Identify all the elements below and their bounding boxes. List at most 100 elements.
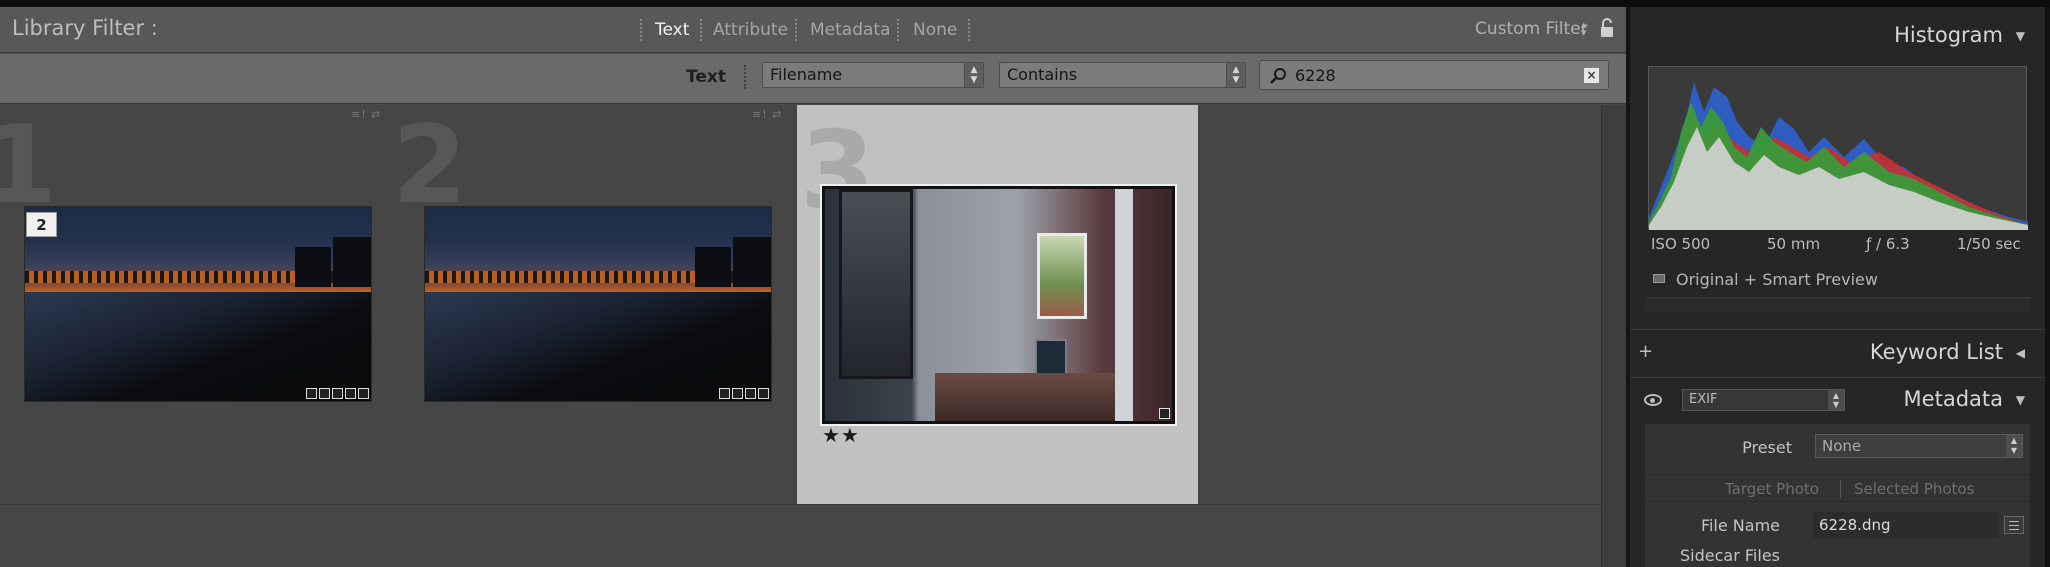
library-filter-title: Library Filter : [12, 16, 158, 40]
filter-tab-separator [700, 19, 702, 41]
rule-select-arrows-icon: ▲ ▼ [1226, 63, 1245, 87]
preset-value: None [1822, 437, 1862, 455]
metadata-view-value: EXIF [1689, 392, 1718, 407]
photo-scene [825, 189, 1172, 421]
target-toggle-row: Target Photo Selected Photos [1645, 474, 2030, 502]
window-top-strip [0, 0, 2050, 7]
collection-badge-icon[interactable] [332, 388, 343, 399]
develop-badge-icon[interactable] [358, 388, 369, 399]
aperture-value: ƒ / 6.3 [1866, 235, 1910, 253]
preset-label: Preset [1742, 438, 1792, 457]
door-graphic [1037, 233, 1087, 319]
cell-index-number: 2 [392, 103, 468, 228]
collapse-triangle-icon[interactable]: ▼ [2016, 393, 2025, 407]
keyword-list-header[interactable]: + Keyword List ◀ [1630, 329, 2045, 373]
focal-length-value: 50 mm [1767, 235, 1821, 253]
thumbnail-photo[interactable] [820, 184, 1177, 426]
histogram-graph[interactable] [1648, 66, 2028, 230]
keyword-badge-icon[interactable] [319, 388, 330, 399]
expand-triangle-icon[interactable]: ◀ [2016, 346, 2025, 360]
iso-value: ISO 500 [1651, 235, 1711, 253]
metadata-body: Preset None ▲ ▼ Target Photo Selected Pho… [1645, 424, 2030, 567]
histogram-exif-row: ISO 500 50 mm ƒ / 6.3 1/50 sec [1648, 235, 2027, 257]
crop-badge-icon[interactable] [306, 388, 317, 399]
target-separator [1840, 480, 1841, 498]
collapse-triangle-icon[interactable]: ▼ [2016, 29, 2025, 43]
grid-row-divider [0, 504, 1601, 505]
metadata-header[interactable]: EXIF ▲ ▼ Metadata ▼ [1630, 377, 2045, 421]
star-rating[interactable]: ★★ [822, 423, 860, 447]
rule-select-value: Contains [1007, 65, 1078, 84]
plus-icon[interactable]: + [1638, 341, 1653, 362]
histogram-title: Histogram [1894, 23, 2003, 47]
develop-badge-icon[interactable] [1159, 408, 1170, 419]
filter-tab-separator [795, 19, 797, 41]
keyword-list-title: Keyword List [1869, 340, 2003, 364]
building-graphic [295, 247, 331, 287]
beach-graphic [425, 292, 771, 401]
tab-none[interactable]: None [913, 20, 957, 40]
metadata-badge-icon[interactable] [745, 388, 756, 399]
histogram-svg [1649, 82, 2028, 230]
collapsed-panel-strip [1645, 297, 2030, 311]
filter-tab-separator [968, 19, 970, 41]
sidecar-files-label: Sidecar Files [1680, 546, 1780, 565]
thumb-overlay-icons [1159, 408, 1170, 419]
thumb-overlay-icons [306, 388, 369, 399]
tab-metadata[interactable]: Metadata [810, 20, 891, 40]
eye-icon[interactable] [1644, 394, 1662, 406]
cell-badge-icon[interactable]: ≡! ⇄ [351, 108, 381, 121]
cell-index-number: 1 [0, 103, 58, 228]
select-arrows-icon: ▲ ▼ [1828, 390, 1844, 410]
smart-preview-icon [1653, 274, 1665, 283]
target-photo-button[interactable]: Target Photo [1725, 480, 1819, 498]
shutter-value: 1/50 sec [1957, 235, 2021, 253]
metadata-view-select[interactable]: EXIF ▲ ▼ [1682, 389, 1845, 411]
develop-badge-icon[interactable] [758, 388, 769, 399]
smart-preview-status[interactable]: Original + Smart Preview [1648, 267, 2027, 297]
thumbnail-photo[interactable] [24, 206, 372, 402]
file-name-field[interactable]: 6228.dng [1813, 512, 1998, 538]
thumb-overlay-icons [719, 388, 769, 399]
custom-filter-select[interactable]: Custom Filter [1475, 19, 1588, 39]
list-menu-icon[interactable] [2004, 516, 2024, 534]
search-input[interactable]: 6228 × [1259, 60, 1609, 90]
metadata-badge-icon[interactable] [345, 388, 356, 399]
lock-icon[interactable] [1600, 18, 1614, 38]
beach-graphic [25, 292, 371, 401]
right-panel: Histogram ▼ ISO 500 50 mm ƒ / 6.3 1/50 s… [1630, 7, 2050, 567]
thumbnail-photo[interactable] [424, 206, 772, 402]
keyword-badge-icon[interactable] [719, 388, 730, 399]
panel-edge [2045, 7, 2050, 567]
floor-graphic [935, 373, 1115, 421]
clear-icon[interactable]: × [1584, 68, 1599, 83]
library-filter-bar: Library Filter : Text Attribute Metadata… [0, 7, 1626, 53]
search-value: 6228 [1295, 66, 1336, 85]
metadata-title: Metadata [1903, 387, 2003, 411]
preset-select[interactable]: None ▲ ▼ [1815, 434, 2023, 458]
select-arrows-icon: ▲ ▼ [2006, 435, 2022, 457]
file-name-label: File Name [1700, 516, 1780, 535]
pillar-graphic [1115, 189, 1133, 421]
tab-text[interactable]: Text [655, 20, 689, 40]
building-graphic [733, 237, 771, 287]
text-filter-row: Text Filename ▲ ▼ Contains ▲ ▼ 6228 × [0, 54, 1626, 104]
field-select-value: Filename [770, 65, 843, 84]
wall-art-graphic [839, 189, 913, 379]
text-filter-label: Text [686, 67, 726, 87]
grid-scrollbar[interactable] [1601, 105, 1626, 567]
smart-preview-text: Original + Smart Preview [1676, 270, 1878, 289]
filter-tab-separator [640, 19, 642, 41]
field-select[interactable]: Filename ▲ ▼ [762, 62, 984, 88]
collection-badge-icon[interactable] [732, 388, 743, 399]
building-graphic [333, 237, 371, 287]
custom-filter-caret-icon[interactable]: ▴ ▾ [1581, 19, 1587, 38]
tab-attribute[interactable]: Attribute [713, 20, 788, 40]
selected-photos-button[interactable]: Selected Photos [1854, 480, 1974, 498]
stack-count-badge[interactable]: 2 [26, 212, 57, 237]
rule-select[interactable]: Contains ▲ ▼ [999, 62, 1246, 88]
cell-badge-icon[interactable]: ≡! ⇄ [752, 108, 782, 121]
histogram-header[interactable]: Histogram ▼ [1630, 11, 2045, 55]
text-filter-separator [744, 65, 746, 89]
field-select-arrows-icon: ▲ ▼ [964, 63, 983, 87]
